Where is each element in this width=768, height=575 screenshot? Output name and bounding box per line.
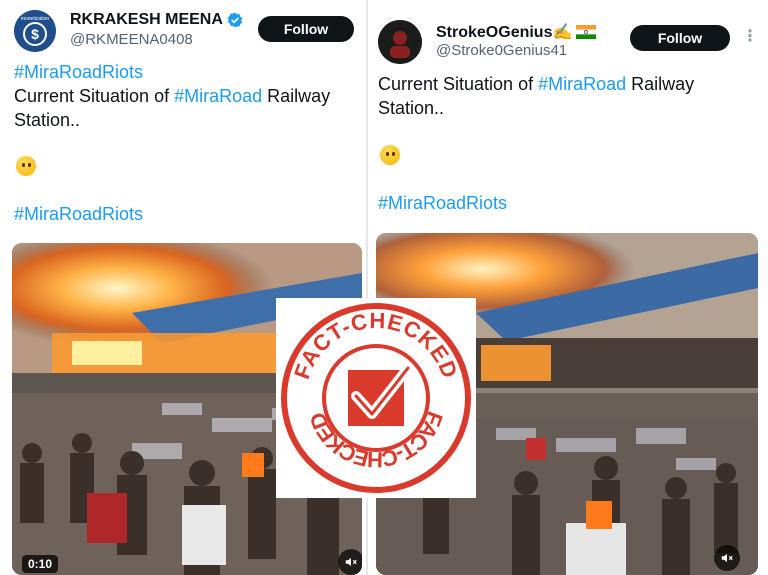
avatar[interactable] bbox=[378, 20, 422, 64]
more-options-icon[interactable]: ⋮ bbox=[742, 26, 758, 46]
verified-badge-icon bbox=[227, 12, 243, 28]
handle[interactable]: @Stroke0Genius41 bbox=[436, 42, 567, 59]
fact-checked-seal-icon: FACT-CHECKED FACT-CHECKED bbox=[281, 303, 471, 493]
svg-text:$: $ bbox=[31, 26, 39, 42]
avatar[interactable]: $ monetization bbox=[14, 10, 56, 52]
tweet-hashtag-bottom[interactable]: #MiraRoadRiots bbox=[14, 202, 143, 226]
tweet-hashtag-bottom[interactable]: #MiraRoadRiots bbox=[378, 191, 507, 215]
mute-button[interactable] bbox=[714, 545, 740, 571]
tweet-line-1: Current Situation of #MiraRoad Railway bbox=[14, 86, 331, 106]
india-flag-icon bbox=[576, 25, 597, 39]
handle[interactable]: @RKMEENA0408 bbox=[70, 31, 193, 48]
mute-button[interactable] bbox=[338, 549, 362, 575]
display-name[interactable]: StrokeOGenius✍️ bbox=[436, 22, 572, 42]
follow-button[interactable]: Follow bbox=[258, 16, 354, 42]
video-duration-badge: 0:10 bbox=[22, 555, 59, 573]
hashtag-link[interactable]: #MiraRoad bbox=[538, 74, 626, 94]
thinking-emoji-icon bbox=[16, 156, 36, 176]
tweet-line-1: Current Situation of #MiraRoad Railway bbox=[378, 74, 695, 94]
svg-text:monetization: monetization bbox=[21, 16, 50, 22]
thinking-emoji-icon bbox=[380, 145, 400, 165]
tweet-line-2: Station.. bbox=[14, 110, 81, 130]
display-name[interactable]: RKRAKESH MEENA bbox=[70, 11, 223, 29]
fact-checked-stamp: FACT-CHECKED FACT-CHECKED bbox=[276, 298, 476, 498]
follow-button[interactable]: Follow bbox=[630, 25, 730, 51]
muted-speaker-icon bbox=[345, 557, 357, 567]
hashtag-link[interactable]: #MiraRoad bbox=[174, 86, 262, 106]
muted-speaker-icon bbox=[721, 553, 733, 563]
tweet-hashtag-top[interactable]: #MiraRoadRiots bbox=[14, 60, 143, 84]
profile-picture-icon bbox=[378, 20, 422, 64]
dollar-coin-icon: $ monetization bbox=[14, 10, 56, 52]
tweet-line-2: Station.. bbox=[378, 98, 445, 118]
